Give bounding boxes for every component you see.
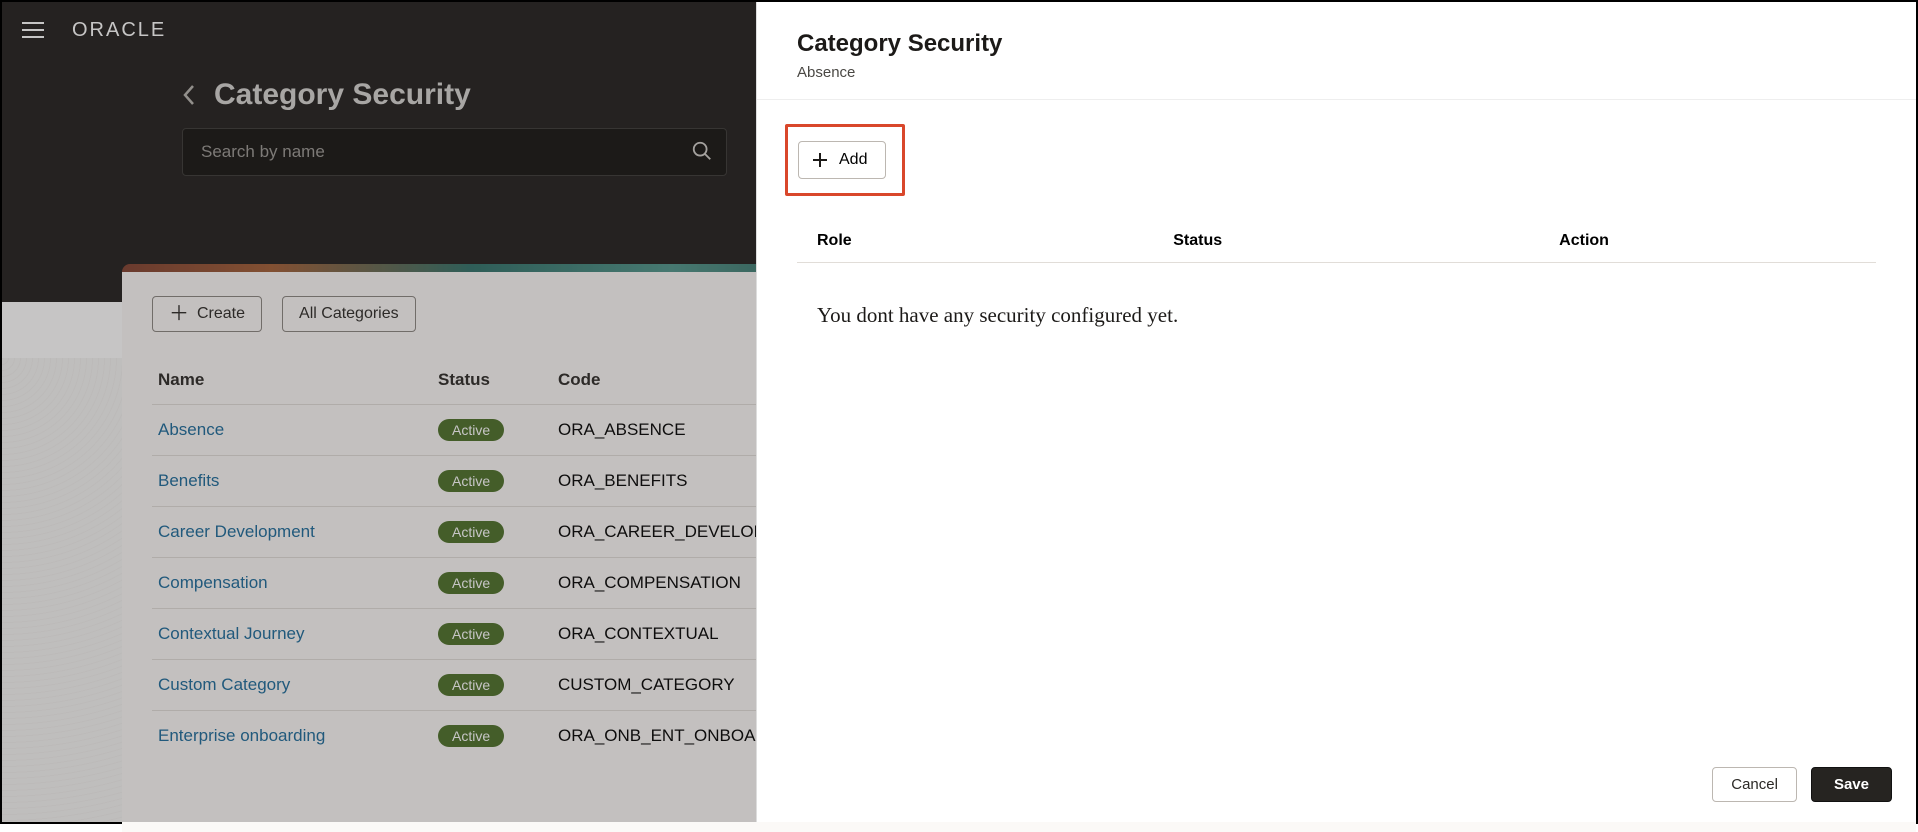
add-highlight-box: Add	[785, 124, 905, 196]
save-button[interactable]: Save	[1811, 767, 1892, 802]
status-badge: Active	[438, 470, 504, 492]
col-name: Name	[152, 360, 432, 405]
status-badge: Active	[438, 674, 504, 696]
status-badge: Active	[438, 419, 504, 441]
status-badge: Active	[438, 623, 504, 645]
cancel-button[interactable]: Cancel	[1712, 767, 1797, 802]
empty-state-message: You dont have any security configured ye…	[797, 263, 1876, 368]
category-link[interactable]: Career Development	[158, 522, 315, 541]
search-icon[interactable]	[691, 140, 713, 162]
brand-logo: ORACLE	[72, 19, 166, 42]
status-badge: Active	[438, 572, 504, 594]
create-button[interactable]: ＋ Create	[152, 296, 262, 332]
add-label: Add	[839, 151, 867, 169]
category-link[interactable]: Benefits	[158, 471, 219, 490]
panel-col-status: Status	[1173, 232, 1559, 250]
panel-subtitle: Absence	[797, 64, 1876, 81]
create-label: Create	[197, 305, 245, 323]
search-input[interactable]	[182, 128, 727, 176]
status-badge: Active	[438, 521, 504, 543]
category-link[interactable]: Enterprise onboarding	[158, 726, 325, 745]
plus-icon: ＋	[169, 304, 189, 324]
back-icon[interactable]	[182, 84, 196, 106]
panel-col-action: Action	[1559, 232, 1856, 250]
all-categories-label: All Categories	[299, 305, 399, 323]
side-panel: Category Security Absence Add Role Statu…	[756, 2, 1916, 822]
all-categories-button[interactable]: All Categories	[282, 296, 416, 332]
menu-icon[interactable]	[22, 16, 50, 44]
plus-icon	[811, 151, 829, 169]
status-badge: Active	[438, 725, 504, 747]
category-link[interactable]: Absence	[158, 420, 224, 439]
panel-title: Category Security	[797, 30, 1876, 58]
page-title: Category Security	[214, 78, 471, 112]
panel-col-role: Role	[817, 232, 1173, 250]
category-link[interactable]: Custom Category	[158, 675, 290, 694]
category-link[interactable]: Contextual Journey	[158, 624, 304, 643]
add-button[interactable]: Add	[798, 141, 886, 179]
category-link[interactable]: Compensation	[158, 573, 268, 592]
col-status: Status	[432, 360, 552, 405]
